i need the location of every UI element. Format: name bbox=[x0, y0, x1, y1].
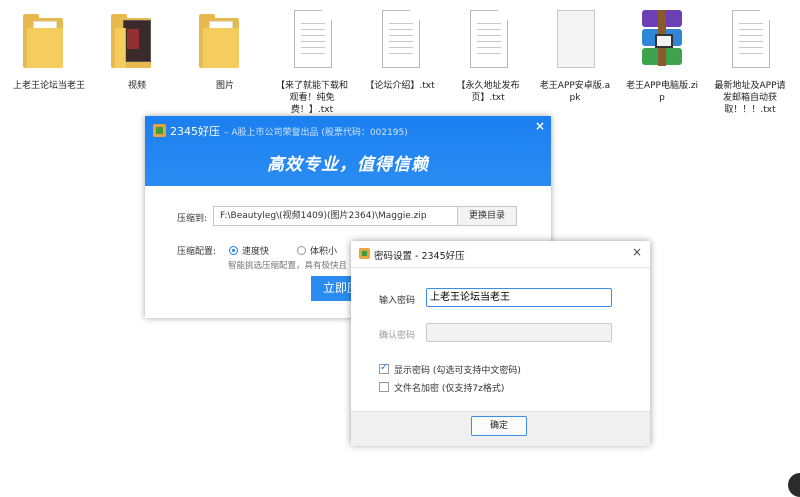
desktop-file-pc-zip[interactable]: 老王APP电脑版.zip bbox=[623, 6, 701, 104]
desktop-file-intro-txt[interactable]: 【论坛介绍】.txt bbox=[361, 6, 439, 92]
folder-icon bbox=[199, 14, 239, 68]
ok-button[interactable]: 确定 bbox=[471, 416, 527, 436]
change-directory-button[interactable]: 更换目录 bbox=[457, 206, 517, 226]
enter-password-label: 输入密码 bbox=[379, 296, 416, 306]
desktop-file-video-folder[interactable]: 视频 bbox=[98, 6, 176, 92]
size-radio[interactable] bbox=[297, 246, 306, 255]
file-name: 最新地址及APP请发邮箱自动获取！！！.txt bbox=[714, 81, 786, 115]
desktop-file-address-txt[interactable]: 【永久地址发布页】.txt bbox=[449, 6, 527, 104]
compress-config-label: 压缩配置: bbox=[177, 247, 217, 257]
desktop-file-forum-folder[interactable]: 上老王论坛当老王 bbox=[10, 6, 88, 92]
show-password-checkbox[interactable] bbox=[379, 362, 389, 374]
text-file-icon bbox=[294, 10, 332, 68]
show-password-label: 显示密码 (勾选可支持中文密码) bbox=[394, 366, 521, 376]
folder-icon bbox=[23, 14, 63, 68]
password-dialog: 密码设置 - 2345好压 × 输入密码 上老王论坛当老王 确认密码 显示密码 … bbox=[351, 241, 650, 446]
close-icon[interactable]: × bbox=[632, 245, 642, 259]
password-dialog-header: 密码设置 - 2345好压 × bbox=[351, 241, 650, 268]
text-file-icon bbox=[470, 10, 508, 68]
title-subtitle: – A股上市公司荣誉出品 (股票代码：002195) bbox=[224, 128, 408, 138]
file-name: 【来了就能下载和观看！纯免费！】.txt bbox=[275, 81, 348, 115]
compress-dialog-header: 2345好压 – A股上市公司荣誉出品 (股票代码：002195) × 高效专业，… bbox=[145, 116, 551, 186]
output-path-input[interactable]: F:\Beautyleg\(视频1409)(图片2364)\Maggie.zip bbox=[213, 206, 458, 226]
text-file-icon bbox=[732, 10, 770, 68]
speed-radio[interactable] bbox=[229, 246, 238, 255]
desktop-file-android-apk[interactable]: 老王APP安卓版.apk bbox=[536, 6, 614, 104]
confirm-password-label: 确认密码 bbox=[379, 331, 416, 341]
file-name: 老王APP电脑版.zip bbox=[625, 81, 699, 103]
apk-file-icon bbox=[557, 10, 595, 68]
corner-decoration bbox=[788, 473, 800, 497]
video-folder-icon bbox=[111, 14, 151, 68]
compress-to-label: 压缩到: bbox=[177, 214, 208, 224]
config-hint-text: 智能挑选压缩配置，具有极快且 bbox=[228, 261, 348, 271]
file-name: 【论坛介绍】.txt bbox=[365, 81, 435, 91]
desktop-file-latest-txt[interactable]: 最新地址及APP请发邮箱自动获取！！！.txt bbox=[711, 6, 789, 116]
size-option-label: 体积小 bbox=[310, 247, 338, 257]
desktop-file-picture-folder[interactable]: 图片 bbox=[186, 6, 264, 92]
speed-option-label: 速度快 bbox=[242, 247, 270, 257]
title-text: 2345好压 bbox=[170, 125, 220, 138]
slogan-text: 高效专业，值得信赖 bbox=[267, 155, 429, 175]
file-name: 视频 bbox=[127, 81, 146, 91]
compress-dialog-title: 2345好压 – A股上市公司荣誉出品 (股票代码：002195) bbox=[170, 123, 408, 139]
desktop-file-free-txt[interactable]: 【来了就能下载和观看！纯免费！】.txt bbox=[273, 6, 351, 116]
password-input[interactable]: 上老王论坛当老王 bbox=[426, 288, 612, 307]
winrar-archive-icon bbox=[642, 10, 682, 66]
file-name: 老王APP安卓版.apk bbox=[539, 81, 611, 103]
app-logo-icon bbox=[359, 248, 370, 259]
encrypt-filenames-checkbox[interactable] bbox=[379, 382, 389, 392]
confirm-password-input[interactable] bbox=[426, 323, 612, 342]
file-name: 上老王论坛当老王 bbox=[12, 81, 85, 91]
file-name: 图片 bbox=[215, 81, 234, 91]
app-logo-icon bbox=[153, 124, 166, 137]
file-name: 【永久地址发布页】.txt bbox=[456, 81, 520, 103]
password-dialog-title: 密码设置 - 2345好压 bbox=[374, 251, 465, 262]
close-icon[interactable]: × bbox=[535, 119, 545, 133]
text-file-icon bbox=[382, 10, 420, 68]
encrypt-filenames-label: 文件名加密 (仅支持7z格式) bbox=[394, 384, 505, 394]
